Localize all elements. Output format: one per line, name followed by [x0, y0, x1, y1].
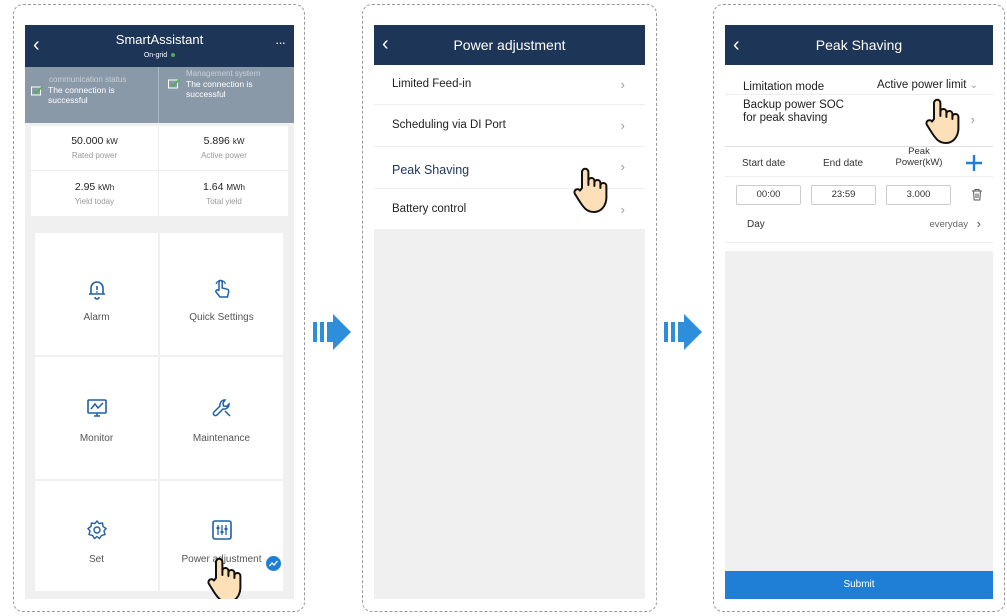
gear-icon	[86, 519, 107, 540]
bell-icon	[88, 281, 105, 300]
schedule-row: 00:00 23:59 3.000	[725, 177, 993, 213]
menu-alarm[interactable]: Alarm	[35, 233, 158, 355]
grid-status: On-grid	[25, 52, 294, 59]
chevron-down-icon: ⌄	[969, 80, 978, 91]
power-adjustment-header: ‹ Power adjustment	[374, 25, 645, 65]
screen-power-adjustment: ‹ Power adjustment Limited Feed-in › Sch…	[374, 25, 645, 599]
trend-icon	[269, 560, 278, 567]
end-time-input[interactable]: 23:59	[811, 185, 876, 205]
submit-button[interactable]: Submit	[725, 571, 993, 599]
page-title: Peak Shaving	[815, 37, 903, 53]
stat-total-yield: 1.64 MWh Total yield	[202, 181, 246, 206]
status-dot-icon	[171, 53, 176, 58]
menu-set[interactable]: Set	[35, 481, 158, 591]
settings-panel: Limitation mode Active power limit ⌄ Bac…	[725, 65, 993, 251]
screen-peak-shaving: ‹ Peak Shaving Limitation mode Active po…	[725, 25, 993, 599]
start-time-input[interactable]: 00:00	[736, 185, 801, 205]
check-doc-icon	[168, 79, 180, 89]
screen-home: ‹ SmartAssistant On-grid ··· communicati…	[25, 25, 294, 599]
mgmt-status: Management system The connection is succ…	[160, 67, 294, 123]
hand-pointer-icon	[214, 279, 229, 298]
stat-active-power: 5.896 kW Active power	[160, 126, 288, 171]
stat-yield-today: 2.95 kWh Yield today	[31, 171, 159, 216]
connection-status-bar: communication status The connection is s…	[25, 67, 294, 123]
flow-arrow-icon	[664, 314, 702, 350]
stat-rated-power: 50.000 kW Rated power	[31, 126, 159, 171]
chevron-right-icon: ›	[976, 216, 981, 231]
tap-hand-icon	[207, 557, 242, 599]
day-row[interactable]: Day everyday ›	[725, 213, 993, 243]
stats-panel: 50.000 kW Rated power 5.896 kW Active po…	[31, 126, 288, 216]
limitation-mode-row[interactable]: Limitation mode Active power limit ⌄	[725, 65, 993, 95]
tap-hand-icon	[925, 98, 960, 144]
peak-shaving-header: ‹ Peak Shaving	[725, 25, 993, 65]
trash-icon[interactable]	[971, 188, 983, 201]
app-title: SmartAssistant	[115, 32, 204, 47]
schedule-table-header: Start date End date Peak Power(kW)	[725, 146, 993, 177]
monitor-icon	[86, 399, 107, 417]
check-doc-icon	[31, 86, 43, 96]
more-dots-icon[interactable]: ···	[275, 35, 286, 50]
peak-power-input[interactable]: 3.000	[886, 185, 951, 205]
flow-arrow-icon	[313, 314, 351, 350]
chevron-right-icon: ›	[620, 202, 625, 217]
add-schedule-button[interactable]	[965, 154, 983, 172]
chevron-right-icon: ›	[970, 112, 975, 127]
wrench-icon	[212, 399, 231, 417]
page-title: Power adjustment	[453, 37, 566, 53]
list-item-scheduling-di-port[interactable]: Scheduling via DI Port ›	[374, 105, 645, 147]
chevron-right-icon: ›	[620, 159, 625, 174]
menu-quick-settings[interactable]: Quick Settings	[160, 233, 283, 355]
home-header: ‹ SmartAssistant On-grid ···	[25, 25, 294, 67]
menu-maintenance[interactable]: Maintenance	[160, 357, 283, 479]
chevron-right-icon: ›	[620, 77, 625, 92]
trend-badge-icon[interactable]	[266, 556, 281, 571]
chevron-right-icon: ›	[620, 118, 625, 133]
comm-status: communication status The connection is s…	[25, 67, 159, 123]
menu-monitor[interactable]: Monitor	[35, 357, 158, 479]
limitation-mode-select[interactable]: Active power limit ⌄	[877, 79, 978, 91]
tap-hand-icon	[573, 167, 608, 213]
list-item-limited-feed-in[interactable]: Limited Feed-in ›	[374, 65, 645, 105]
sliders-icon	[211, 520, 232, 540]
